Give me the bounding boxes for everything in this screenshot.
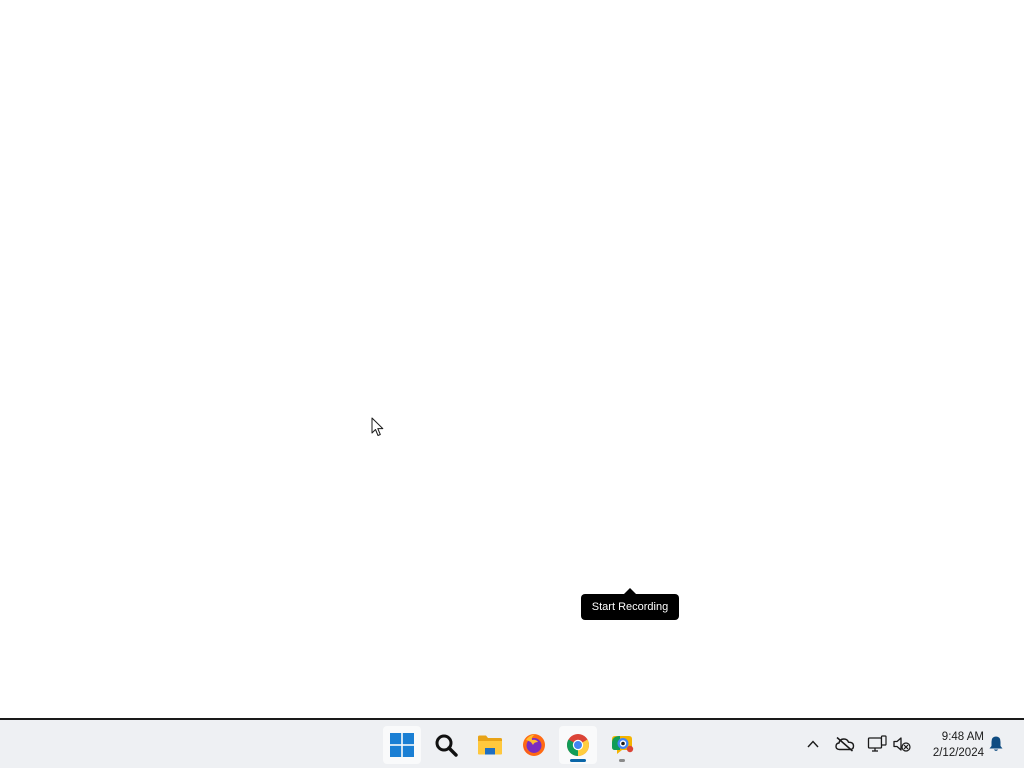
clock-date: 2/12/2024	[932, 747, 984, 759]
chevron-up-icon	[807, 740, 819, 748]
cloud-offline-icon	[835, 736, 855, 752]
desktop-background[interactable]	[0, 0, 1024, 718]
running-indicator	[570, 759, 586, 762]
volume-muted-icon	[893, 737, 911, 752]
volume-tray-button[interactable]	[892, 734, 912, 754]
mouse-pointer-icon	[371, 417, 384, 436]
start-button[interactable]	[383, 726, 421, 764]
firefox-button[interactable]	[515, 726, 553, 764]
clock-time: 9:48 AM	[941, 731, 984, 743]
system-clock[interactable]: 9:48 AM 2/12/2024	[916, 729, 984, 761]
notifications-button[interactable]	[986, 734, 1006, 754]
notification-bell-icon	[989, 736, 1003, 751]
recorder-icon	[612, 736, 634, 754]
taskbar: 9:48 AM 2/12/2024	[0, 718, 1024, 768]
running-indicator	[619, 759, 625, 762]
chrome-button[interactable]	[559, 726, 597, 764]
network-tray-button[interactable]	[867, 734, 887, 754]
chrome-icon	[567, 734, 589, 756]
screen-recorder-button[interactable]	[603, 726, 641, 764]
firefox-icon	[523, 734, 545, 756]
windows-start-icon	[390, 733, 414, 757]
search-button[interactable]	[427, 726, 465, 764]
file-explorer-button[interactable]	[471, 726, 509, 764]
folder-icon	[478, 735, 502, 755]
onedrive-tray-button[interactable]	[835, 734, 855, 754]
start-recording-tooltip: Start Recording	[581, 588, 679, 620]
network-icon	[867, 735, 887, 752]
show-hidden-icons-button[interactable]	[803, 734, 823, 754]
search-icon	[435, 734, 458, 757]
